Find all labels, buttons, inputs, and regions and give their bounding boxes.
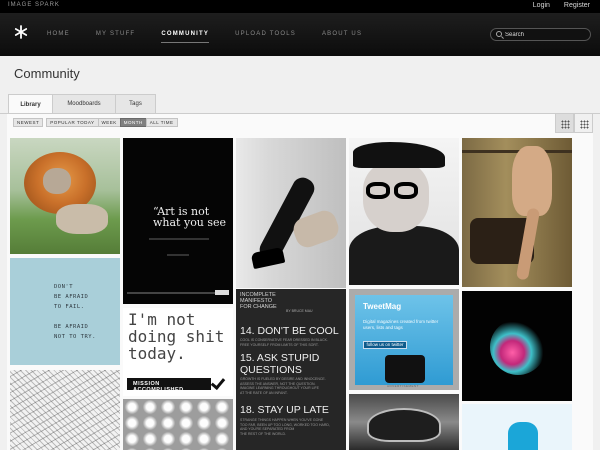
tile-manifesto[interactable]: INCOMPLETE MANIFESTO FOR CHANGE BY BRUCE… <box>236 289 346 450</box>
filter-newest[interactable]: NEWEST <box>13 118 44 127</box>
tile-lion-cat[interactable] <box>10 138 120 254</box>
tile-blue-illustration[interactable] <box>462 404 572 450</box>
nav-my-stuff[interactable]: MY STUFF <box>96 31 136 37</box>
hat-shape <box>353 142 445 168</box>
top-utility-bar: IMAGE SPARK Login Register <box>0 0 600 13</box>
nav-about-us[interactable]: ABOUT US <box>322 31 362 37</box>
popular-filter-group: POPULAR TODAY WEEK MONTH ALL TIME <box>46 118 178 127</box>
main-navbar: HOME MY STUFF COMMUNITY UPLOAD TOOLS ABO… <box>0 13 600 56</box>
filter-week[interactable]: WEEK <box>97 118 121 127</box>
tab-moodboards[interactable]: Moodboards <box>52 94 116 113</box>
device-image <box>385 355 425 383</box>
tile-quote-text: DON'T BE AFRAID TO FAIL. BE AFRAID NOT T… <box>54 284 96 340</box>
coat-shape <box>349 226 459 285</box>
advertisement-label: ADVERTISEMENT <box>387 384 419 388</box>
tile-vintage-car[interactable] <box>349 394 459 450</box>
tile-doodle-sketch[interactable] <box>10 370 120 450</box>
ribbon-text: MISSION ACCOMPLISHED <box>133 381 184 393</box>
splash-shape <box>490 319 546 375</box>
cat-body-shape <box>56 204 108 234</box>
filter-month[interactable]: MONTH <box>119 118 147 127</box>
tile-hexagon-pattern[interactable] <box>123 399 233 450</box>
checkmark-icon <box>210 374 226 391</box>
glasses-right-lens <box>394 182 418 199</box>
tweetmag-panel: TweetMag Digital magazines created from … <box>355 295 453 385</box>
view-toggle <box>555 113 593 133</box>
follow-twitter-button[interactable]: follow us on twitter <box>363 341 407 349</box>
tab-tags[interactable]: Tags <box>115 94 156 113</box>
spark-logo-icon[interactable] <box>14 25 28 39</box>
manifesto-item-18-body: STRANGE THINGS HAPPEN WHEN YOU'VE GONE T… <box>240 418 330 436</box>
nav-upload-tools[interactable]: UPLOAD TOOLS <box>235 31 296 37</box>
manifesto-item-15-body: GROWTH IS FUELED BY DESIRE AND INNOCENCE… <box>240 377 326 395</box>
large-grid-icon <box>561 120 570 129</box>
tile-dont-be-afraid[interactable]: DON'T BE AFRAID TO FAIL. BE AFRAID NOT T… <box>10 258 120 365</box>
manifesto-item-15: 15. ASK STUPID QUESTIONS <box>240 352 320 376</box>
glasses-left-lens <box>366 182 390 199</box>
tweetmag-logo: TweetMag <box>363 302 402 311</box>
car-shape <box>367 408 441 442</box>
small-grid-icon <box>580 120 589 129</box>
search-input[interactable] <box>505 30 587 40</box>
heel-shoe-shape <box>250 246 286 270</box>
tile-quote-text: I'm not doing shit today. <box>128 310 225 363</box>
quote-author-line <box>167 254 189 256</box>
tile-quote-text: “Art is not what you see <box>153 205 227 229</box>
cat-face-shape <box>43 168 71 194</box>
sort-filters: NEWEST POPULAR TODAY WEEK MONTH ALL TIME <box>13 118 178 127</box>
primary-nav: HOME MY STUFF COMMUNITY UPLOAD TOOLS ABO… <box>47 31 388 43</box>
tile-not-doing[interactable]: I'm not doing shit today. MISSION ACCOMP… <box>123 308 233 396</box>
video-control-button <box>215 290 229 295</box>
login-link[interactable]: Login <box>533 2 550 9</box>
tile-tweetmag-ad[interactable]: TweetMag Digital magazines created from … <box>349 289 459 390</box>
tile-camera-portrait[interactable] <box>462 138 572 287</box>
search-box[interactable] <box>490 28 591 41</box>
register-link[interactable]: Register <box>564 2 590 9</box>
tile-glasses-portrait[interactable] <box>349 138 459 285</box>
small-grid-view-button[interactable] <box>574 113 593 133</box>
nav-home[interactable]: HOME <box>47 31 70 37</box>
manifesto-heading: INCOMPLETE MANIFESTO FOR CHANGE <box>240 292 277 310</box>
mission-ribbon: MISSION ACCOMPLISHED <box>127 378 211 393</box>
manifesto-item-18: 18. STAY UP LATE <box>240 404 329 416</box>
large-grid-view-button[interactable] <box>555 113 574 133</box>
quote-caption-line <box>149 238 209 240</box>
blue-shape <box>508 422 538 450</box>
video-progress-bar <box>127 292 229 294</box>
figure-shape <box>512 146 552 216</box>
tab-library[interactable]: Library <box>8 94 53 114</box>
manifesto-item-14-body: COOL IS CONSERVATIVE FEAR DRESSED IN BLA… <box>240 338 328 347</box>
filter-popular-today[interactable]: POPULAR TODAY <box>46 118 99 127</box>
search-icon <box>496 31 502 37</box>
filter-all-time[interactable]: ALL TIME <box>145 118 178 127</box>
brand-name[interactable]: IMAGE SPARK <box>8 2 60 8</box>
manifesto-byline: BY BRUCE MAU <box>286 309 313 313</box>
section-tabs: Library Moodboards Tags <box>8 94 156 114</box>
tweetmag-description: Digital magazines created from twitter u… <box>363 319 439 330</box>
account-links: Login Register <box>533 2 590 9</box>
tile-fashion-legs[interactable] <box>236 138 346 288</box>
nav-community[interactable]: COMMUNITY <box>161 31 209 43</box>
manifesto-item-14: 14. DON'T BE COOL <box>240 325 339 337</box>
tile-art-quote[interactable]: “Art is not what you see <box>123 138 233 304</box>
page-title: Community <box>14 66 80 81</box>
tile-paint-splash[interactable] <box>462 291 572 401</box>
